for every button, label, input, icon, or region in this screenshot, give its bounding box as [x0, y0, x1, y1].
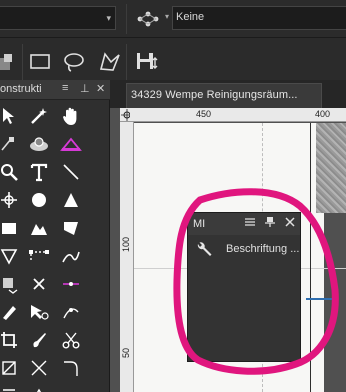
tools-panel-header: onstrukti ≡ ⊥ ✕ — [0, 80, 110, 100]
mi-panel-item[interactable]: Beschriftung ... — [188, 238, 300, 262]
wrench-icon — [197, 242, 212, 256]
menu-icon[interactable]: ≡ — [62, 82, 68, 94]
close-icon[interactable] — [284, 216, 296, 231]
corner-arc-tool[interactable] — [54, 354, 88, 382]
line-tool[interactable] — [54, 158, 88, 186]
mi-panel-title: MI — [193, 218, 206, 230]
brush-tool[interactable] — [22, 326, 56, 354]
mi-item-label: Beschriftung ... — [226, 243, 300, 255]
stack-icon[interactable] — [0, 50, 22, 74]
diagonal-tool[interactable] — [22, 382, 56, 392]
mode-select-value: Keine — [176, 11, 205, 23]
shape-toolbar — [0, 38, 346, 86]
paint-bucket-tool[interactable] — [22, 130, 56, 158]
separator — [22, 44, 23, 80]
hand-pan-tool[interactable] — [54, 102, 88, 130]
separator — [126, 4, 127, 34]
ruler-label: 100 — [121, 236, 131, 252]
separator — [126, 44, 127, 80]
delete-x-tool[interactable] — [22, 270, 56, 298]
pink-line-tool[interactable] — [54, 270, 88, 298]
document-tab-bar: 34329 Wempe Reinigungsräum... — [110, 80, 346, 108]
offset-tool[interactable] — [54, 382, 88, 392]
tools-panel-title: onstrukti — [0, 83, 42, 95]
close-icon[interactable]: ✕ — [96, 82, 105, 95]
ruler-label: 450 — [196, 109, 212, 119]
chevron-down-icon[interactable]: ▾ — [165, 12, 169, 21]
polygon-select-icon[interactable] — [98, 50, 122, 74]
vertical-ruler[interactable]: 100 50 — [120, 122, 134, 392]
wall-line — [310, 123, 311, 392]
horizontal-ruler[interactable]: 450 400 — [130, 108, 346, 122]
mi-panel-header[interactable]: MI — [188, 213, 300, 235]
menu-icon[interactable] — [244, 216, 256, 231]
ellipse-tool[interactable] — [22, 186, 56, 214]
pie-shape-tool[interactable] — [54, 186, 88, 214]
chevron-down-icon: ▾ — [106, 13, 111, 23]
mi-panel: MI Beschriftung ... — [187, 212, 301, 362]
document-tab-title: 34329 Wempe Reinigungsräum... — [131, 89, 298, 101]
options-bar: ▾ ▾ Keine — [0, 0, 346, 38]
construction-tools-panel: onstrukti ≡ ⊥ ✕ — [0, 80, 110, 392]
pin-icon[interactable] — [264, 216, 276, 231]
hatched-texture — [316, 123, 346, 213]
magic-wand-tool[interactable] — [22, 102, 56, 130]
spline-tool[interactable] — [54, 242, 88, 270]
pin-icon[interactable]: ⊥ — [80, 82, 90, 95]
save-selection-icon[interactable] — [134, 50, 158, 74]
node-mode-icon[interactable] — [134, 8, 164, 30]
cross-lines-tool[interactable] — [22, 354, 56, 382]
text-tool[interactable] — [22, 158, 56, 186]
dimension-line-tool[interactable] — [22, 242, 56, 270]
ruler-label: 400 — [315, 109, 331, 119]
ruler-measure-tool[interactable] — [54, 130, 88, 158]
mountain-shape-tool[interactable] — [22, 214, 56, 242]
polygon-shape-tool[interactable] — [54, 214, 88, 242]
blue-edge-line — [306, 298, 336, 300]
lasso-icon[interactable] — [62, 50, 86, 74]
ruler-label: 50 — [121, 347, 131, 358]
property-dropdown[interactable]: ▾ — [0, 6, 116, 30]
rectangle-select-icon[interactable] — [28, 50, 52, 74]
view-cursor-tool[interactable] — [22, 298, 56, 326]
scissors-tool[interactable] — [54, 326, 88, 354]
node-curve-tool[interactable] — [54, 298, 88, 326]
document-tab[interactable]: 34329 Wempe Reinigungsräum... — [126, 83, 322, 108]
mode-select[interactable]: Keine — [172, 6, 346, 30]
